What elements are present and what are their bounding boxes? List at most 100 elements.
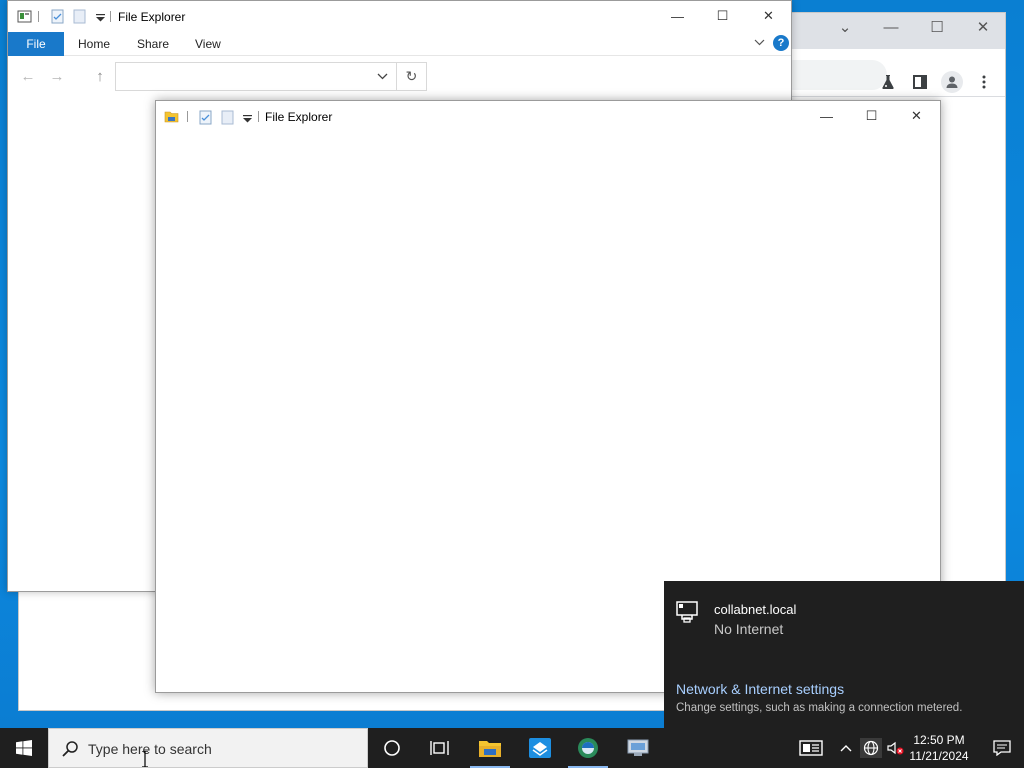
address-row: ← → ↑ ↻	[8, 56, 791, 96]
maximize-button[interactable]: ☐	[700, 1, 745, 31]
notifications-icon	[993, 740, 1011, 756]
forward-button[interactable]: →	[48, 67, 66, 85]
minimize-icon: —	[820, 108, 833, 124]
clock[interactable]: 12:50 PM 11/21/2024	[904, 732, 974, 764]
explorer-titlebar[interactable]: File Explorer — ☐ ✕	[8, 1, 791, 32]
search-icon	[62, 741, 78, 757]
window-title: File Explorer	[265, 110, 333, 124]
news-button[interactable]	[798, 738, 824, 758]
maximize-icon: ☐	[930, 19, 944, 36]
remote-desktop-icon	[627, 739, 649, 756]
address-bar[interactable]	[779, 60, 887, 90]
browser-menu-button[interactable]	[973, 71, 995, 93]
maximize-icon: ☐	[865, 108, 878, 123]
chevron-down-icon[interactable]	[377, 73, 388, 81]
taskbar-edge[interactable]	[564, 728, 612, 768]
app-icon	[529, 738, 551, 758]
close-icon: ✕	[976, 19, 990, 36]
refresh-button[interactable]: ↻	[397, 62, 427, 91]
network-settings-link[interactable]: Network & Internet settings	[676, 681, 844, 697]
ethernet-icon	[676, 601, 698, 623]
ribbon-tabs: File Home Share View ?	[8, 32, 791, 56]
side-panel-icon	[913, 75, 927, 89]
clock-date: 11/21/2024	[909, 749, 969, 763]
cortana-icon	[384, 740, 400, 756]
network-tray-button[interactable]	[860, 738, 882, 758]
folder-icon	[164, 111, 179, 123]
explorer-titlebar[interactable]: File Explorer — ☐ ✕	[156, 101, 940, 132]
expand-ribbon-icon[interactable]	[754, 39, 765, 47]
customize-toolbar-icon[interactable]	[240, 111, 255, 126]
tab-home[interactable]: Home	[78, 37, 110, 51]
properties-icon[interactable]	[198, 110, 213, 125]
maximize-icon: ☐	[716, 8, 729, 23]
more-vert-icon	[982, 75, 986, 89]
new-folder-icon[interactable]	[72, 9, 87, 24]
divider	[38, 11, 39, 22]
close-icon: ✕	[763, 8, 774, 23]
show-hidden-icons-button[interactable]	[836, 738, 856, 758]
minimize-button[interactable]: —	[655, 1, 700, 31]
task-view-icon	[430, 741, 449, 755]
taskbar-app[interactable]	[516, 728, 564, 768]
minimize-icon: —	[883, 18, 899, 36]
tab-share[interactable]: Share	[137, 37, 169, 51]
search-placeholder: Type here to search	[88, 741, 212, 757]
profile-icon	[946, 76, 958, 88]
start-button[interactable]	[0, 728, 48, 768]
news-icon	[799, 740, 823, 756]
globe-icon	[863, 740, 879, 756]
network-status: No Internet	[714, 621, 784, 637]
taskbar-file-explorer[interactable]	[466, 728, 514, 768]
maximize-button[interactable]: ☐	[849, 101, 894, 131]
address-input[interactable]	[115, 62, 397, 91]
taskbar: Type here to search 12:50 PM 11/21/2024	[0, 728, 1024, 768]
side-panel-button[interactable]	[909, 71, 931, 93]
windows-icon	[16, 740, 32, 756]
close-icon: ✕	[911, 108, 922, 123]
volume-muted-icon	[887, 741, 904, 755]
window-title: File Explorer	[118, 10, 186, 24]
minimize-button[interactable]: —	[804, 101, 849, 131]
tab-file[interactable]: File	[8, 32, 64, 56]
arrow-left-icon: ←	[20, 67, 36, 85]
customize-toolbar-icon[interactable]	[93, 10, 108, 25]
network-name[interactable]: collabnet.local	[714, 602, 796, 617]
close-button[interactable]: ✕	[746, 1, 791, 31]
refresh-icon: ↻	[405, 68, 418, 84]
cortana-button[interactable]	[368, 728, 416, 768]
search-box[interactable]: Type here to search	[48, 728, 368, 768]
flask-icon	[882, 75, 894, 89]
edge-icon	[578, 738, 598, 758]
profile-button[interactable]	[941, 71, 963, 93]
divider	[258, 111, 259, 122]
clock-time: 12:50 PM	[913, 733, 965, 747]
labs-button[interactable]	[877, 71, 899, 93]
back-button[interactable]: ←	[19, 67, 37, 85]
browser-close-button[interactable]: ✕	[960, 13, 1006, 41]
volume-button[interactable]	[884, 738, 906, 758]
new-folder-icon[interactable]	[220, 110, 235, 125]
properties-icon[interactable]	[50, 9, 65, 24]
task-view-button[interactable]	[416, 728, 464, 768]
divider	[187, 111, 188, 122]
explorer-app-icon	[17, 10, 32, 23]
chevron-up-icon	[840, 745, 852, 752]
text-cursor-icon	[142, 751, 148, 767]
tab-view[interactable]: View	[195, 37, 221, 51]
help-button[interactable]: ?	[773, 35, 789, 51]
chevron-down-icon: ⌄	[838, 19, 852, 36]
browser-maximize-button[interactable]: ☐	[914, 13, 960, 41]
browser-minimize-button[interactable]: —	[868, 13, 914, 41]
up-button[interactable]: ↑	[91, 67, 109, 85]
arrow-right-icon: →	[49, 67, 65, 85]
close-button[interactable]: ✕	[894, 101, 939, 131]
network-flyout: collabnet.local No Internet Network & In…	[664, 581, 1024, 728]
tab-search-button[interactable]: ⌄	[822, 13, 868, 41]
notifications-button[interactable]	[980, 728, 1024, 768]
minimize-icon: —	[671, 8, 684, 24]
divider	[110, 11, 111, 22]
taskbar-remote-desktop[interactable]	[614, 728, 662, 768]
network-settings-description: Change settings, such as making a connec…	[676, 702, 963, 714]
file-explorer-icon	[479, 741, 501, 757]
